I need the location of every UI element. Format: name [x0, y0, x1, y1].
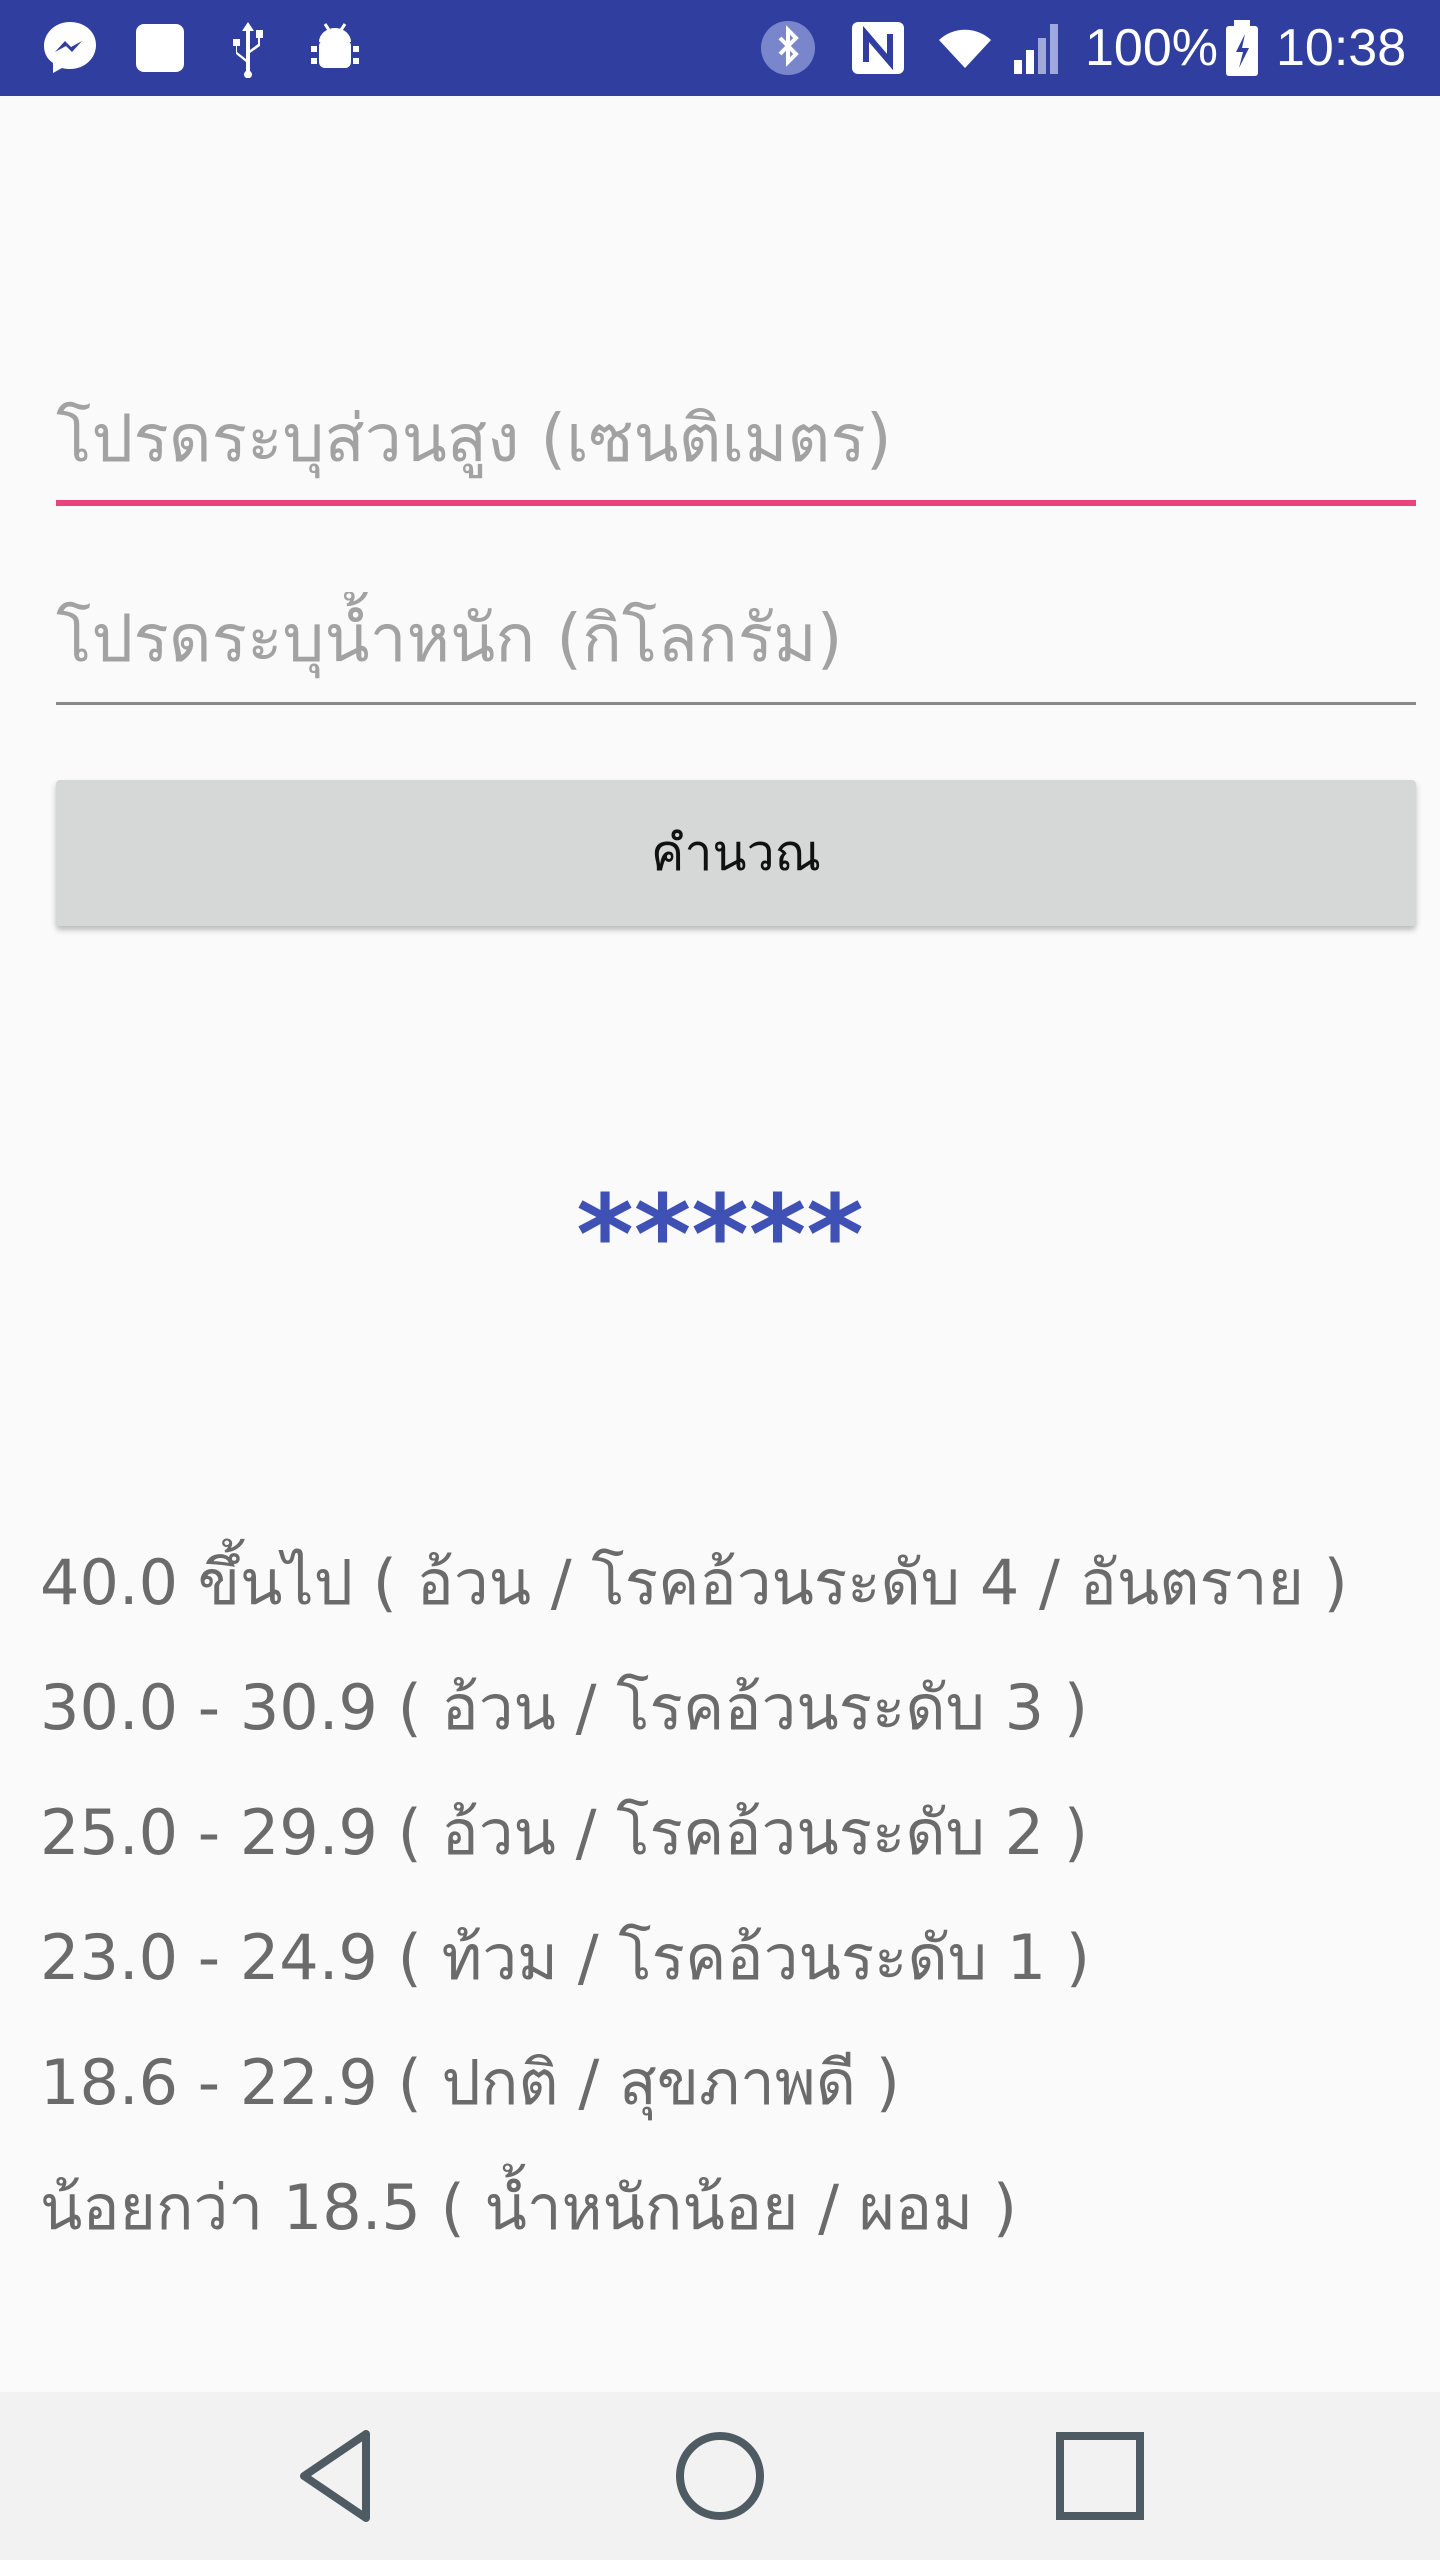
bmi-result: ***** — [576, 1171, 864, 1299]
weight-input[interactable] — [56, 592, 1416, 684]
recents-icon[interactable] — [1040, 2416, 1160, 2536]
height-input-underline — [56, 500, 1416, 506]
legend-item: 30.0 - 30.9 ( อ้วน / โรคอ้วนระดับ 3 ) — [40, 1671, 1089, 1744]
height-input[interactable] — [56, 392, 1416, 484]
messenger-icon — [44, 22, 96, 73]
height-field — [56, 392, 1416, 510]
battery-percent: 100% — [1085, 19, 1218, 77]
calculate-button[interactable]: คำนวณ — [56, 780, 1416, 926]
weight-field — [56, 592, 1416, 710]
signal-icon — [1014, 24, 1058, 74]
legend-item: น้อยกว่า 18.5 ( น้ำหนักน้อย / ผอม ) — [40, 2171, 1018, 2244]
weight-input-underline — [56, 702, 1416, 705]
bluetooth-icon — [761, 21, 815, 75]
back-icon[interactable] — [280, 2416, 400, 2536]
bmi-legend-list: 40.0 ขึ้นไป ( อ้วน / โรคอ้วนระดับ 4 / อั… — [40, 1520, 1420, 2270]
status-bar: 100% 10:38 — [0, 0, 1440, 96]
clock: 10:38 — [1276, 19, 1407, 77]
usb-icon — [233, 22, 263, 78]
battery-charging-icon — [1226, 20, 1258, 76]
wifi-icon — [939, 29, 991, 68]
navigation-bar — [0, 2392, 1440, 2560]
app-screen: 100% 10:38 คำนวณ ***** 40.0 ขึ้นไป ( อ้ว… — [0, 0, 1440, 2560]
legend-item: 18.6 - 22.9 ( ปกติ / สุขภาพดี ) — [40, 2046, 900, 2119]
notification-square-icon — [136, 24, 184, 72]
android-debug-icon — [311, 23, 359, 68]
legend-item: 25.0 - 29.9 ( อ้วน / โรคอ้วนระดับ 2 ) — [40, 1796, 1089, 1869]
home-icon[interactable] — [660, 2416, 780, 2536]
nfc-icon — [852, 22, 904, 74]
legend-item: 23.0 - 24.9 ( ท้วม / โรคอ้วนระดับ 1 ) — [40, 1921, 1091, 1994]
legend-item: 40.0 ขึ้นไป ( อ้วน / โรคอ้วนระดับ 4 / อั… — [40, 1546, 1348, 1619]
